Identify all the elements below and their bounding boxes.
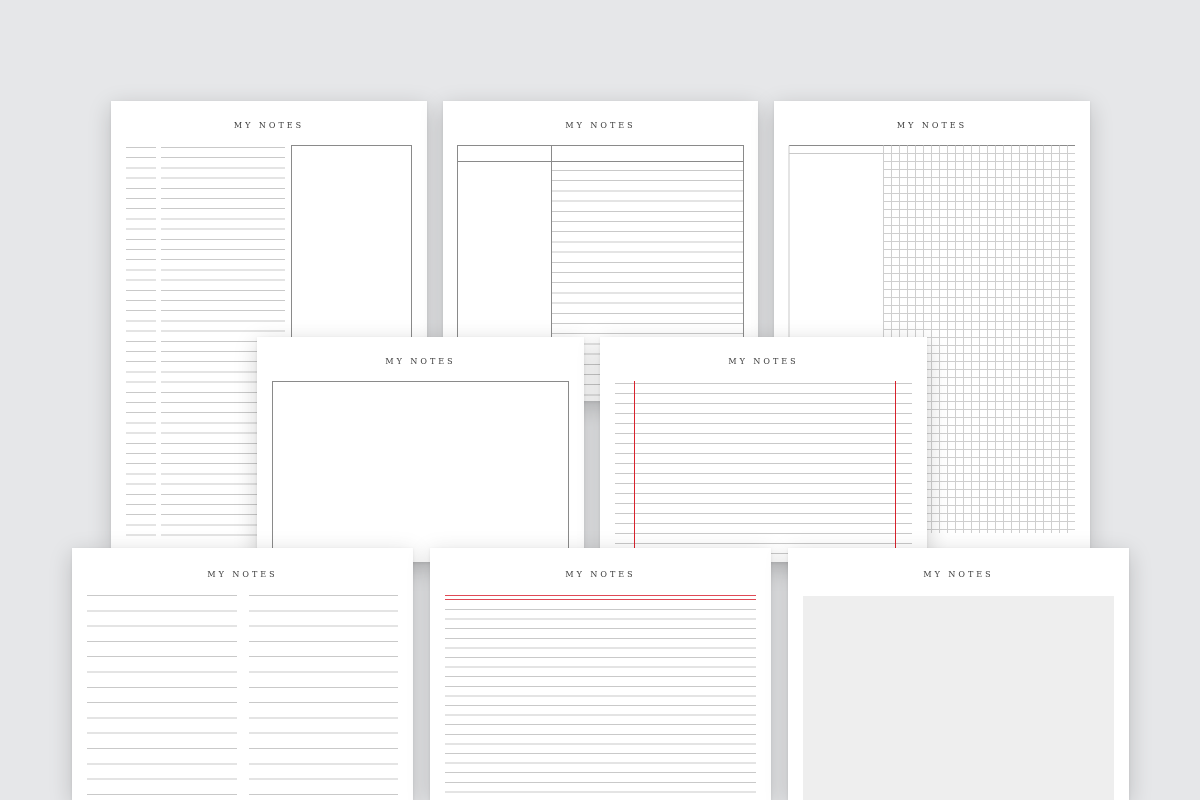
grey-fill-block xyxy=(803,596,1114,800)
ruled-red-margins-lines xyxy=(615,381,912,562)
ruled-red-top-lines xyxy=(445,595,756,793)
two-column-ruled-lines xyxy=(87,595,398,795)
notes-page-two-column-ruled: MY NOTES xyxy=(72,548,413,800)
page-layout xyxy=(72,548,413,800)
blank-frame-lines xyxy=(272,381,569,562)
page-layout xyxy=(600,337,927,562)
notes-page-ruled-red-top: MY NOTES xyxy=(430,548,771,800)
page-layout xyxy=(257,337,584,562)
blank-frame xyxy=(272,381,569,562)
notes-page-ruled-red-margins: MY NOTES xyxy=(600,337,927,562)
page-layout xyxy=(430,548,771,800)
notes-page-blank-frame: MY NOTES xyxy=(257,337,584,562)
grey-block-fill xyxy=(803,596,1114,800)
notes-page-grey-block: MY NOTES xyxy=(788,548,1129,800)
page-layout xyxy=(788,548,1129,800)
